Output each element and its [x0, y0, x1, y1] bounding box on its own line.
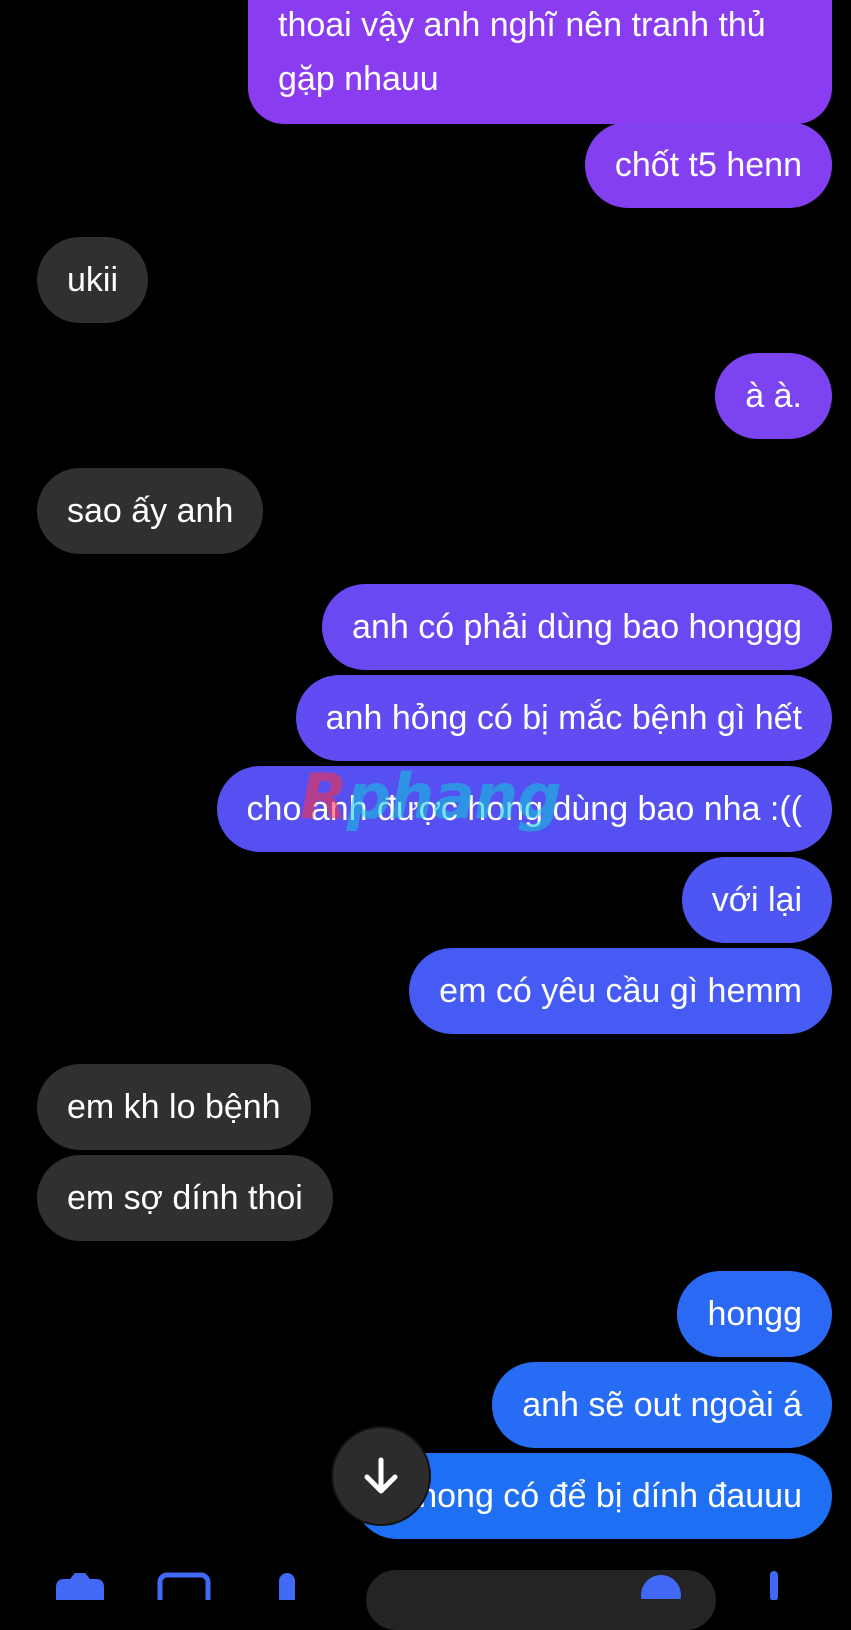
message-bubble-outgoing[interactable]: em có yêu cầu gì hemm [409, 948, 832, 1034]
message-bubble-outgoing[interactable]: anh hỏng có bị mắc bệnh gì hết [295, 675, 832, 761]
message-input[interactable] [366, 1570, 716, 1630]
image-icon[interactable] [156, 1569, 212, 1600]
message-bubble-outgoing[interactable]: hongg [677, 1271, 832, 1357]
message-bubble-outgoing[interactable]: anh sẽ out ngoài á [492, 1362, 832, 1448]
message-bubble-outgoing[interactable]: cho anh được hong dùng bao nha :(( [216, 766, 832, 852]
message-bubble-incoming[interactable]: em sợ dính thoi [37, 1155, 333, 1241]
message-bubble-outgoing[interactable]: chốt t5 henn [584, 122, 832, 208]
message-bubble-outgoing[interactable]: thoai vậy anh nghĩ nên tranh thủ gặp nha… [248, 0, 832, 124]
message-bubble-incoming[interactable]: ukii [37, 237, 149, 323]
message-text: gặp nhauu [278, 60, 439, 98]
mic-icon[interactable] [272, 1569, 302, 1600]
message-bubble-outgoing[interactable]: với lại [681, 857, 832, 943]
like-icon[interactable] [760, 1569, 790, 1600]
chat-thread: thoai vậy anh nghĩ nên tranh thủ gặp nha… [0, 0, 851, 1600]
emoji-icon[interactable] [636, 1568, 686, 1599]
scroll-to-bottom-button[interactable] [333, 1428, 429, 1524]
message-bubble-incoming[interactable]: sao ấy anh [37, 468, 264, 554]
message-text: thoai vậy anh nghĩ nên tranh thủ [278, 6, 766, 44]
arrow-down-icon [364, 1457, 398, 1494]
message-bubble-outgoing[interactable]: à à. [715, 353, 832, 439]
composer-bar [0, 1555, 851, 1630]
camera-icon[interactable] [50, 1569, 110, 1600]
message-bubble-outgoing[interactable]: anh có phải dùng bao honggg [322, 584, 832, 670]
message-bubble-incoming[interactable]: em kh lo bệnh [37, 1064, 311, 1150]
